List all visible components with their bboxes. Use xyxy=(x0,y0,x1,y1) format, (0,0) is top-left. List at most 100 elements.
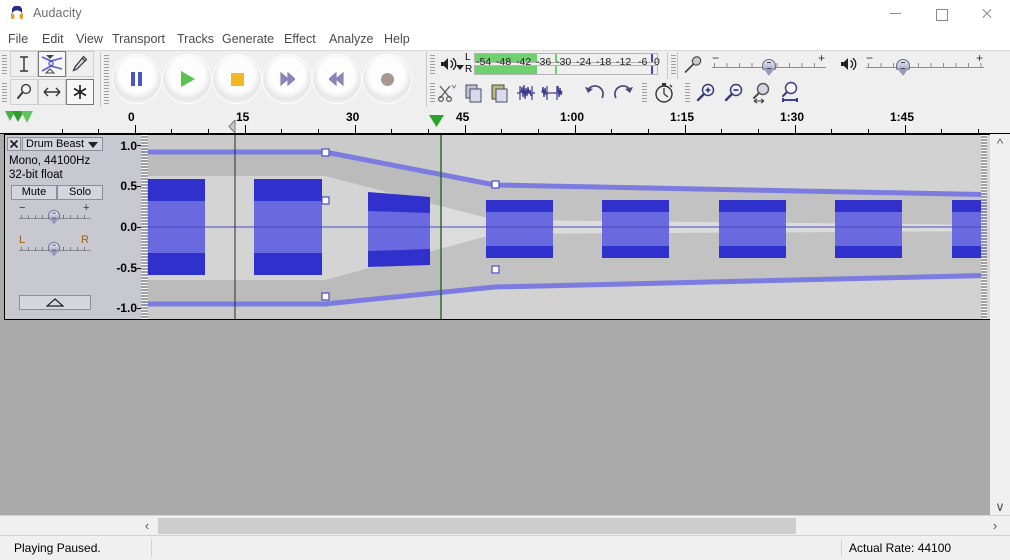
horizontal-scrollbar[interactable]: ‹ › xyxy=(0,515,1010,536)
scroll-down-button[interactable]: ∨ xyxy=(990,497,1010,515)
menu-file[interactable]: File xyxy=(2,30,34,48)
vertical-scrollbar[interactable]: ^ ∨ xyxy=(990,134,1010,515)
draw-tool-button[interactable] xyxy=(66,51,94,77)
maximize-button[interactable] xyxy=(918,0,964,28)
tools-toolbar xyxy=(10,51,102,107)
gain-slider-thumb[interactable] xyxy=(48,210,61,225)
transport-toolbar xyxy=(112,51,427,107)
device-toolbar-grip[interactable] xyxy=(640,80,649,107)
scroll-right-button[interactable]: › xyxy=(986,516,1004,536)
menu-help[interactable]: Help xyxy=(378,30,416,48)
play-region-pin-icon[interactable] xyxy=(228,118,236,135)
timeline-ruler[interactable]: 0 15 30 45 1:00 1:15 1:30 1:45 xyxy=(0,108,1010,135)
status-actual-rate: Actual Rate: 44100 xyxy=(849,541,952,555)
skip-to-end-button[interactable] xyxy=(312,54,362,104)
meter-toolbar-grip[interactable] xyxy=(428,52,437,79)
menu-effect[interactable]: Effect xyxy=(278,30,322,48)
tools-toolbar-grip-2[interactable] xyxy=(0,80,9,107)
ruler-label-1-15: 1:15 xyxy=(670,110,695,124)
status-message: Playing Paused. xyxy=(14,541,101,555)
menu-analyze[interactable]: Analyze xyxy=(323,30,379,48)
meter-menu-chevron-icon[interactable] xyxy=(456,65,464,70)
track-format-line-2: 32-bit float xyxy=(9,169,63,181)
menu-transport[interactable]: Transport xyxy=(106,30,171,48)
gain-minus-label: − xyxy=(19,202,26,214)
copy-button[interactable] xyxy=(462,81,488,107)
pause-button[interactable] xyxy=(112,54,162,104)
undo-button[interactable] xyxy=(582,81,608,107)
meter-bar-right xyxy=(474,65,658,75)
zoom-tool-button[interactable] xyxy=(10,79,38,105)
ruler-label-30: 30 xyxy=(346,110,360,124)
collapse-track-button[interactable] xyxy=(19,295,91,310)
clip-left-handle[interactable] xyxy=(141,135,148,319)
skip-to-start-button[interactable] xyxy=(262,54,312,104)
vruler-label-0-0: 0.0 xyxy=(120,220,137,234)
cut-button[interactable] xyxy=(436,81,462,107)
close-button[interactable] xyxy=(964,0,1010,28)
menu-tracks[interactable]: Tracks xyxy=(171,30,220,48)
recording-volume-slider[interactable]: − + xyxy=(706,51,836,78)
trim-audio-button[interactable] xyxy=(514,81,540,107)
menu-generate[interactable]: Generate xyxy=(216,30,280,48)
paste-button[interactable] xyxy=(488,81,514,107)
vruler-label-1-0: 1.0 xyxy=(120,139,137,153)
toolbar-divider-4 xyxy=(677,52,678,79)
close-track-button[interactable] xyxy=(7,137,21,151)
extra-grip[interactable] xyxy=(683,80,692,107)
redo-button[interactable] xyxy=(610,81,636,107)
mute-button[interactable]: Mute xyxy=(11,185,57,200)
selection-tool-button[interactable] xyxy=(10,51,38,77)
solo-button[interactable]: Solo xyxy=(57,185,103,200)
stop-button[interactable] xyxy=(212,54,262,104)
chevron-right-icon: › xyxy=(992,518,998,533)
chevron-down-icon[interactable] xyxy=(88,142,98,148)
green-playhead-triangle-icon[interactable] xyxy=(429,115,444,130)
scroll-up-button[interactable]: ^ xyxy=(990,134,1010,152)
recording-volume-thumb[interactable] xyxy=(762,59,776,77)
waveform-svg xyxy=(141,135,1008,319)
sync-lock-button[interactable] xyxy=(652,81,678,107)
timeshift-tool-button[interactable] xyxy=(38,79,66,105)
track-vertical-ruler: 1.0 0.5 0.0 -0.5 -1.0 xyxy=(105,135,141,319)
meter-bar-left xyxy=(474,53,658,63)
pan-right-label: R xyxy=(81,234,89,246)
record-button[interactable] xyxy=(362,54,412,104)
zoom-out-button[interactable] xyxy=(722,81,748,107)
fit-selection-button[interactable] xyxy=(750,81,776,107)
menu-view[interactable]: View xyxy=(70,30,109,48)
chevron-down-icon: ∨ xyxy=(995,499,1005,514)
envelope-tool-button[interactable] xyxy=(38,51,66,77)
ruler-label-15: 15 xyxy=(236,110,250,124)
vruler-label--1-0: -1.0 xyxy=(116,301,137,315)
gain-slider[interactable]: − + xyxy=(17,202,95,229)
track-format-line-1: Mono, 44100Hz xyxy=(9,155,91,167)
audacity-logo-icon xyxy=(11,6,23,19)
play-button[interactable] xyxy=(162,54,212,104)
recording-meter-toolbar[interactable] xyxy=(680,51,706,78)
transport-toolbar-grip[interactable] xyxy=(102,52,111,107)
window-title: Audacity xyxy=(33,6,82,20)
pan-slider-thumb[interactable] xyxy=(48,242,61,257)
fit-project-button[interactable] xyxy=(778,81,804,107)
quick-play-green-arrows-icon[interactable] xyxy=(4,109,38,131)
multi-tool-button[interactable] xyxy=(66,79,94,105)
playback-volume-thumb[interactable] xyxy=(896,59,910,77)
track-area: Drum Beast Mono, 44100Hz 32-bit float Mu… xyxy=(0,134,1010,515)
horizontal-scroll-thumb[interactable] xyxy=(158,518,796,534)
tools-toolbar-grip[interactable] xyxy=(0,52,9,79)
minimize-button[interactable] xyxy=(872,0,918,28)
audio-track: Drum Beast Mono, 44100Hz 32-bit float Mu… xyxy=(4,134,1009,320)
pan-slider[interactable]: L R xyxy=(17,234,95,261)
chevron-left-icon: ‹ xyxy=(144,518,150,533)
scroll-left-button[interactable]: ‹ xyxy=(138,516,156,536)
track-name-dropdown[interactable]: Drum Beast xyxy=(22,137,103,151)
playback-volume-slider[interactable]: − + xyxy=(840,51,1000,78)
menu-edit[interactable]: Edit xyxy=(36,30,70,48)
playback-meter-toolbar[interactable]: L R -54 -48 -42 -36 -30 -24 -18 -12 -6 0 xyxy=(438,51,666,78)
zoom-in-button[interactable] xyxy=(694,81,720,107)
silence-audio-button[interactable] xyxy=(540,81,566,107)
ruler-label-1-00: 1:00 xyxy=(560,110,585,124)
waveform-display[interactable] xyxy=(141,135,1008,319)
gain-plus-label: + xyxy=(83,202,90,214)
